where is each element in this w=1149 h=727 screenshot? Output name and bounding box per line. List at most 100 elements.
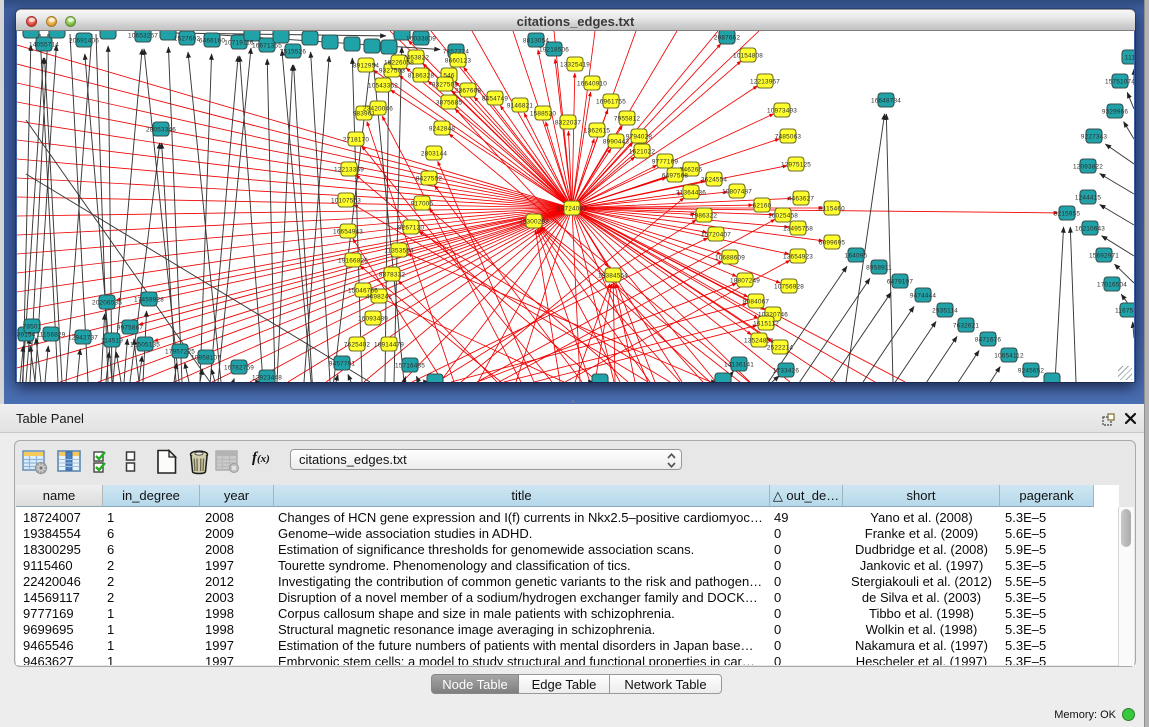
svg-text:12213967: 12213967: [750, 78, 780, 85]
svg-text:17459928: 17459928: [134, 296, 164, 303]
svg-text:1527602: 1527602: [174, 35, 201, 42]
svg-text:20691406: 20691406: [69, 37, 99, 44]
svg-text:11353594: 11353594: [384, 247, 414, 254]
svg-text:6497568: 6497568: [662, 172, 689, 179]
svg-text:12942737: 12942737: [68, 334, 98, 341]
svg-text:16210643: 16210643: [1075, 225, 1105, 232]
svg-text:23420046: 23420046: [363, 105, 393, 112]
svg-text:8958911: 8958911: [866, 264, 892, 271]
svg-text:2087662: 2087662: [714, 34, 741, 41]
svg-text:9457791: 9457791: [329, 360, 356, 367]
svg-text:15692971: 15692971: [1089, 252, 1119, 259]
svg-text:12505135: 12505135: [130, 341, 160, 348]
svg-text:7463822: 7463822: [403, 54, 430, 61]
svg-text:20206535: 20206535: [92, 299, 122, 306]
svg-text:1621022: 1621022: [629, 148, 656, 155]
svg-text:9794028: 9794028: [626, 133, 653, 140]
svg-text:3624554: 3624554: [701, 176, 728, 183]
svg-text:4498242: 4498242: [366, 293, 393, 300]
svg-text:17016504: 17016504: [1097, 281, 1127, 288]
svg-text:1362615: 1362615: [584, 127, 611, 134]
svg-text:8267130: 8267130: [398, 224, 425, 231]
svg-text:7986322: 7986322: [691, 212, 718, 219]
svg-text:10807487: 10807487: [722, 188, 752, 195]
svg-text:8454749: 8454749: [482, 95, 509, 102]
svg-text:16033809: 16033809: [406, 35, 436, 42]
svg-text:21364436: 21364436: [676, 189, 706, 196]
svg-text:13325419: 13325419: [560, 61, 590, 68]
svg-text:2522214: 2522214: [767, 344, 794, 351]
svg-text:25300293: 25300293: [519, 218, 549, 225]
svg-text:13524851: 13524851: [744, 337, 774, 344]
svg-text:39154: 39154: [17, 331, 36, 338]
svg-text:10688609: 10688609: [715, 254, 745, 261]
svg-text:10756928: 10756928: [774, 283, 804, 290]
svg-text:15720407: 15720407: [701, 231, 731, 238]
svg-text:11156829: 11156829: [36, 331, 65, 338]
svg-text:2718170: 2718170: [343, 136, 370, 143]
svg-text:9474444: 9474444: [910, 292, 937, 299]
svg-text:164095: 164095: [845, 252, 868, 259]
svg-text:9245652: 9245652: [1018, 367, 1045, 374]
svg-text:9329966: 9329966: [1102, 108, 1129, 115]
svg-text:12213369: 12213369: [334, 166, 364, 173]
svg-text:13495758: 13495758: [783, 225, 813, 232]
svg-text:8322037: 8322037: [555, 119, 582, 126]
svg-text:10653267: 10653267: [128, 32, 158, 39]
svg-text:9327503: 9327503: [379, 67, 406, 74]
svg-text:8471676: 8471676: [975, 336, 1002, 343]
svg-text:15751074: 15751074: [1105, 78, 1134, 85]
svg-text:9146821: 9146821: [507, 102, 534, 109]
svg-text:4463627: 4463627: [788, 195, 815, 202]
svg-text:28053346: 28053346: [146, 126, 176, 133]
svg-text:1588520: 1588520: [530, 110, 557, 117]
svg-text:14055714: 14055714: [29, 41, 59, 48]
svg-text:10025458: 10025458: [768, 212, 798, 219]
svg-text:546: 546: [443, 72, 455, 79]
svg-text:9084067: 9084067: [743, 298, 770, 305]
svg-text:19218506: 19218506: [539, 46, 569, 53]
svg-text:8427552: 8427552: [416, 175, 443, 182]
svg-text:10320746: 10320746: [758, 311, 788, 318]
svg-text:8660123: 8660123: [445, 57, 472, 64]
svg-text:8813054: 8813054: [523, 37, 550, 44]
svg-text:7625402: 7625402: [344, 341, 371, 348]
svg-text:9115460: 9115460: [819, 205, 845, 212]
svg-text:78501: 78501: [23, 323, 42, 330]
svg-text:12093822: 12093822: [1073, 163, 1103, 170]
svg-text:3875685: 3875685: [436, 99, 463, 106]
svg-text:7955812: 7955812: [614, 115, 641, 122]
svg-text:3215955: 3215955: [1054, 210, 1081, 217]
svg-text:16648784: 16648784: [871, 97, 901, 104]
svg-text:6466160: 6466160: [199, 37, 226, 44]
svg-text:9777169: 9777169: [652, 158, 679, 165]
svg-text:14136141: 14136141: [724, 361, 754, 368]
svg-text:10154808: 10154808: [733, 52, 763, 59]
svg-text:8912954: 8912954: [353, 62, 380, 69]
svg-text:2367608: 2367608: [455, 87, 482, 94]
svg-text:19384554: 19384554: [598, 272, 628, 279]
svg-text:1167535: 1167535: [1115, 307, 1134, 314]
svg-text:111: 111: [1125, 54, 1134, 61]
svg-text:16782759: 16782759: [224, 364, 254, 371]
svg-text:12923448: 12923448: [252, 374, 282, 381]
svg-text:10719116: 10719116: [224, 39, 254, 46]
svg-text:10543362: 10543362: [368, 82, 398, 89]
svg-text:16961755: 16961755: [596, 98, 626, 105]
svg-text:7357224: 7357224: [443, 48, 470, 55]
svg-text:1615112: 1615112: [753, 320, 779, 327]
svg-text:16640910: 16640910: [577, 80, 607, 87]
svg-text:62160: 62160: [753, 202, 772, 209]
svg-text:9227343: 9227343: [1081, 133, 1108, 140]
svg-text:6099695: 6099695: [819, 239, 846, 246]
svg-text:7632621: 7632621: [953, 322, 980, 329]
svg-text:6479197: 6479197: [887, 278, 914, 285]
svg-text:2803144: 2803144: [421, 150, 448, 157]
svg-text:12975125: 12975125: [781, 161, 811, 168]
svg-text:18807249: 18807249: [730, 277, 760, 284]
svg-text:7485063: 7485063: [775, 133, 802, 140]
svg-text:8186328: 8186328: [408, 72, 435, 79]
svg-text:114519: 114519: [101, 337, 123, 344]
svg-text:10654112: 10654112: [994, 352, 1024, 359]
svg-text:746266: 746266: [680, 166, 703, 173]
